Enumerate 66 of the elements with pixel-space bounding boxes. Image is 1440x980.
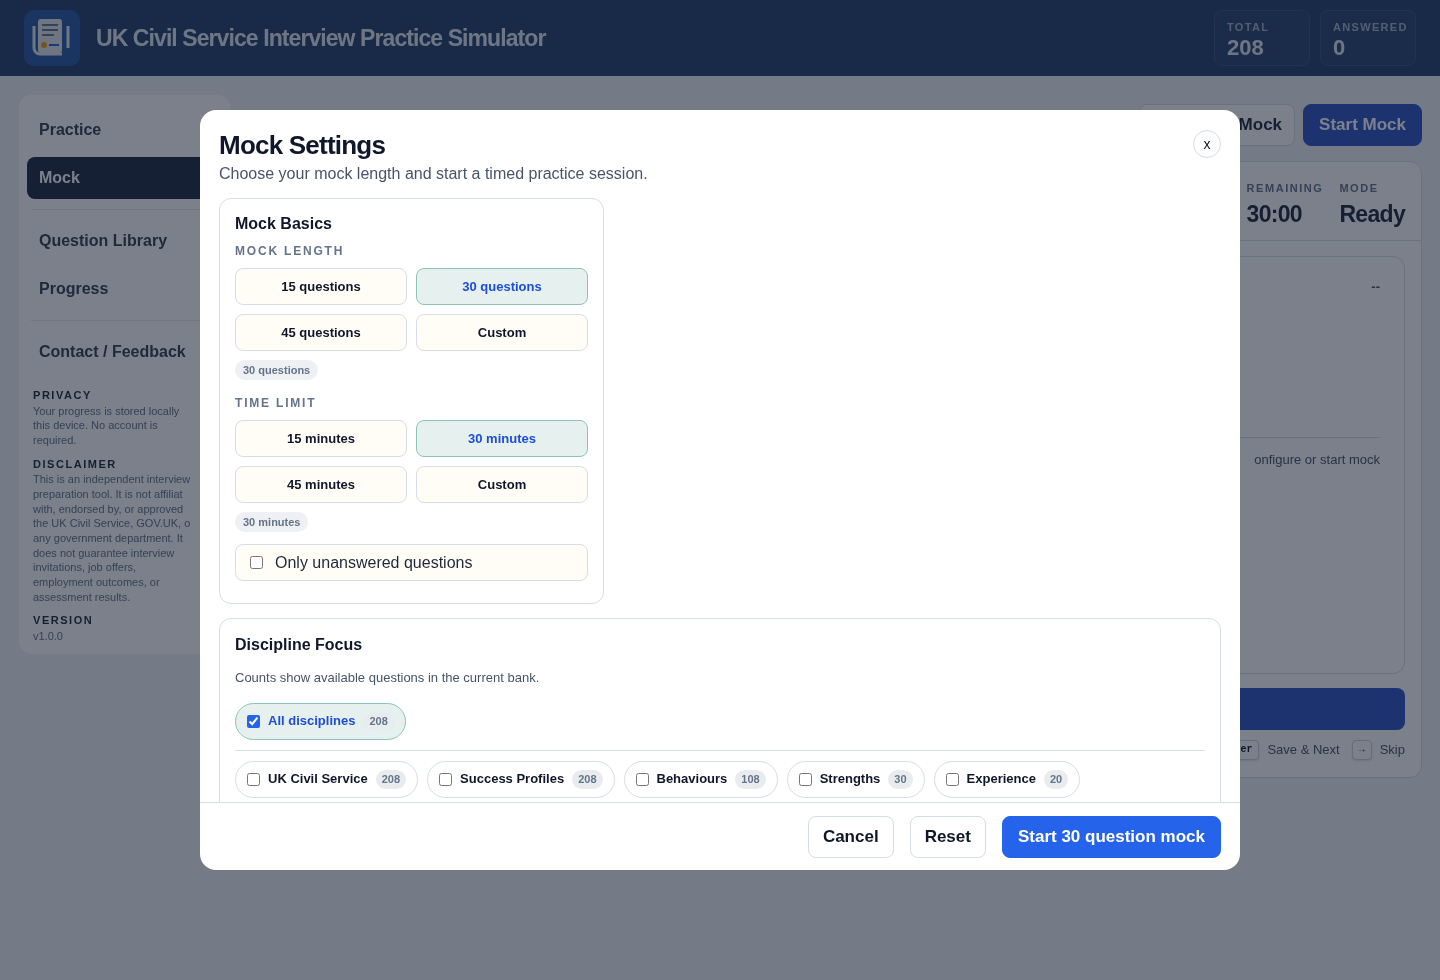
info-heading: VERSION <box>33 613 95 629</box>
chip-label: Experience <box>966 770 1036 789</box>
count-badge: 208 <box>363 711 394 731</box>
info-text: This is an independent interview preparation tool. It is not affiliat with, endorsed by, or approved the UK Civil Service, GOV.UK, o any government department. It does not guarantee interview invitations, job offers, employment outcomes, or assessment results. <box>33 472 192 605</box>
dialog-button[interactable]: Reset <box>909 815 986 858</box>
checkbox[interactable] <box>439 772 453 786</box>
count-badge: 20 <box>1043 769 1069 789</box>
option-button[interactable]: Custom <box>416 314 588 351</box>
app-title: UK Civil Service Interview Practice Simulator <box>96 23 546 53</box>
chip-label: Success Profiles <box>460 770 565 789</box>
unanswered-checkbox-row[interactable]: Only unanswered questions <box>235 544 588 581</box>
option-button[interactable]: 15 minutes <box>235 420 407 457</box>
discipline-chip[interactable]: Success Profiles 208 <box>427 760 615 798</box>
checkbox[interactable] <box>635 772 649 786</box>
option-button[interactable]: Custom <box>416 466 588 503</box>
checkbox[interactable] <box>247 714 260 728</box>
checkbox[interactable] <box>945 772 959 786</box>
summary-pill: 30 minutes <box>235 512 309 532</box>
count-badge: 30 <box>888 769 913 789</box>
discipline-chip[interactable]: All disciplines 208 <box>235 702 406 740</box>
shortcut-label: Skip <box>1379 741 1405 760</box>
count-badge: 208 <box>375 769 407 789</box>
start-mock-button[interactable]: Start 30 question mock <box>1001 815 1221 858</box>
checkbox[interactable] <box>798 772 812 786</box>
section-note: Counts show available questions in the current bank. <box>235 669 541 687</box>
chip-label: All disciplines <box>268 712 356 731</box>
section-title: Mock Basics <box>235 214 333 234</box>
chip-label: Strengths <box>819 770 881 789</box>
shortcut-label: Save & Next <box>1267 741 1340 760</box>
option-button[interactable]: 45 minutes <box>235 466 407 503</box>
field-label: MOCK LENGTH <box>235 243 346 260</box>
checkbox[interactable] <box>250 556 263 569</box>
option-button[interactable]: 30 questions <box>416 268 588 305</box>
stat-label: REMAINING <box>1246 181 1324 196</box>
option-button[interactable]: 15 questions <box>235 268 407 305</box>
discipline-chip[interactable]: UK Civil Service 208 <box>235 760 419 798</box>
stat-value: 30:00 <box>1246 199 1303 229</box>
info-heading: DISCLAIMER <box>33 456 118 472</box>
stat-label: MODE <box>1339 181 1380 196</box>
info-text: v1.0.0 <box>33 628 64 644</box>
stat-label: TOTAL <box>1227 20 1271 35</box>
field-label: TIME LIMIT <box>235 395 318 412</box>
stat-value: 0 <box>1333 35 1347 60</box>
chip-label: Behaviours <box>656 770 728 789</box>
status-dashes: -- <box>1371 278 1380 296</box>
section-title: Discipline Focus <box>235 635 364 655</box>
option-button[interactable]: 30 minutes <box>416 420 588 457</box>
stat-value: 208 <box>1227 35 1265 60</box>
info-text: Your progress is stored locally this device. No account is required. <box>33 403 181 448</box>
key-hint: → <box>1351 740 1372 760</box>
discipline-chip[interactable]: Strengths 30 <box>786 760 925 798</box>
checkbox[interactable] <box>247 772 260 786</box>
discipline-chip[interactable]: Behaviours 108 <box>623 760 778 798</box>
chip-label: UK Civil Service <box>268 770 368 789</box>
option-button[interactable]: 45 questions <box>235 314 407 351</box>
discipline-chip[interactable]: Experience 20 <box>933 760 1081 798</box>
status-text: onfigure or start mock <box>1254 450 1380 469</box>
info-heading: PRIVACY <box>33 388 93 403</box>
dialog-button[interactable]: Cancel <box>807 815 894 858</box>
count-badge: 108 <box>735 769 766 789</box>
count-badge: 208 <box>572 769 603 789</box>
document-logo-icon <box>24 10 80 66</box>
stat-value: Ready <box>1339 199 1405 229</box>
summary-pill: 30 questions <box>235 360 319 380</box>
dialog-title: Mock Settings <box>219 129 387 161</box>
dialog-subtitle: Choose your mock length and start a timed practice session. <box>219 164 648 184</box>
